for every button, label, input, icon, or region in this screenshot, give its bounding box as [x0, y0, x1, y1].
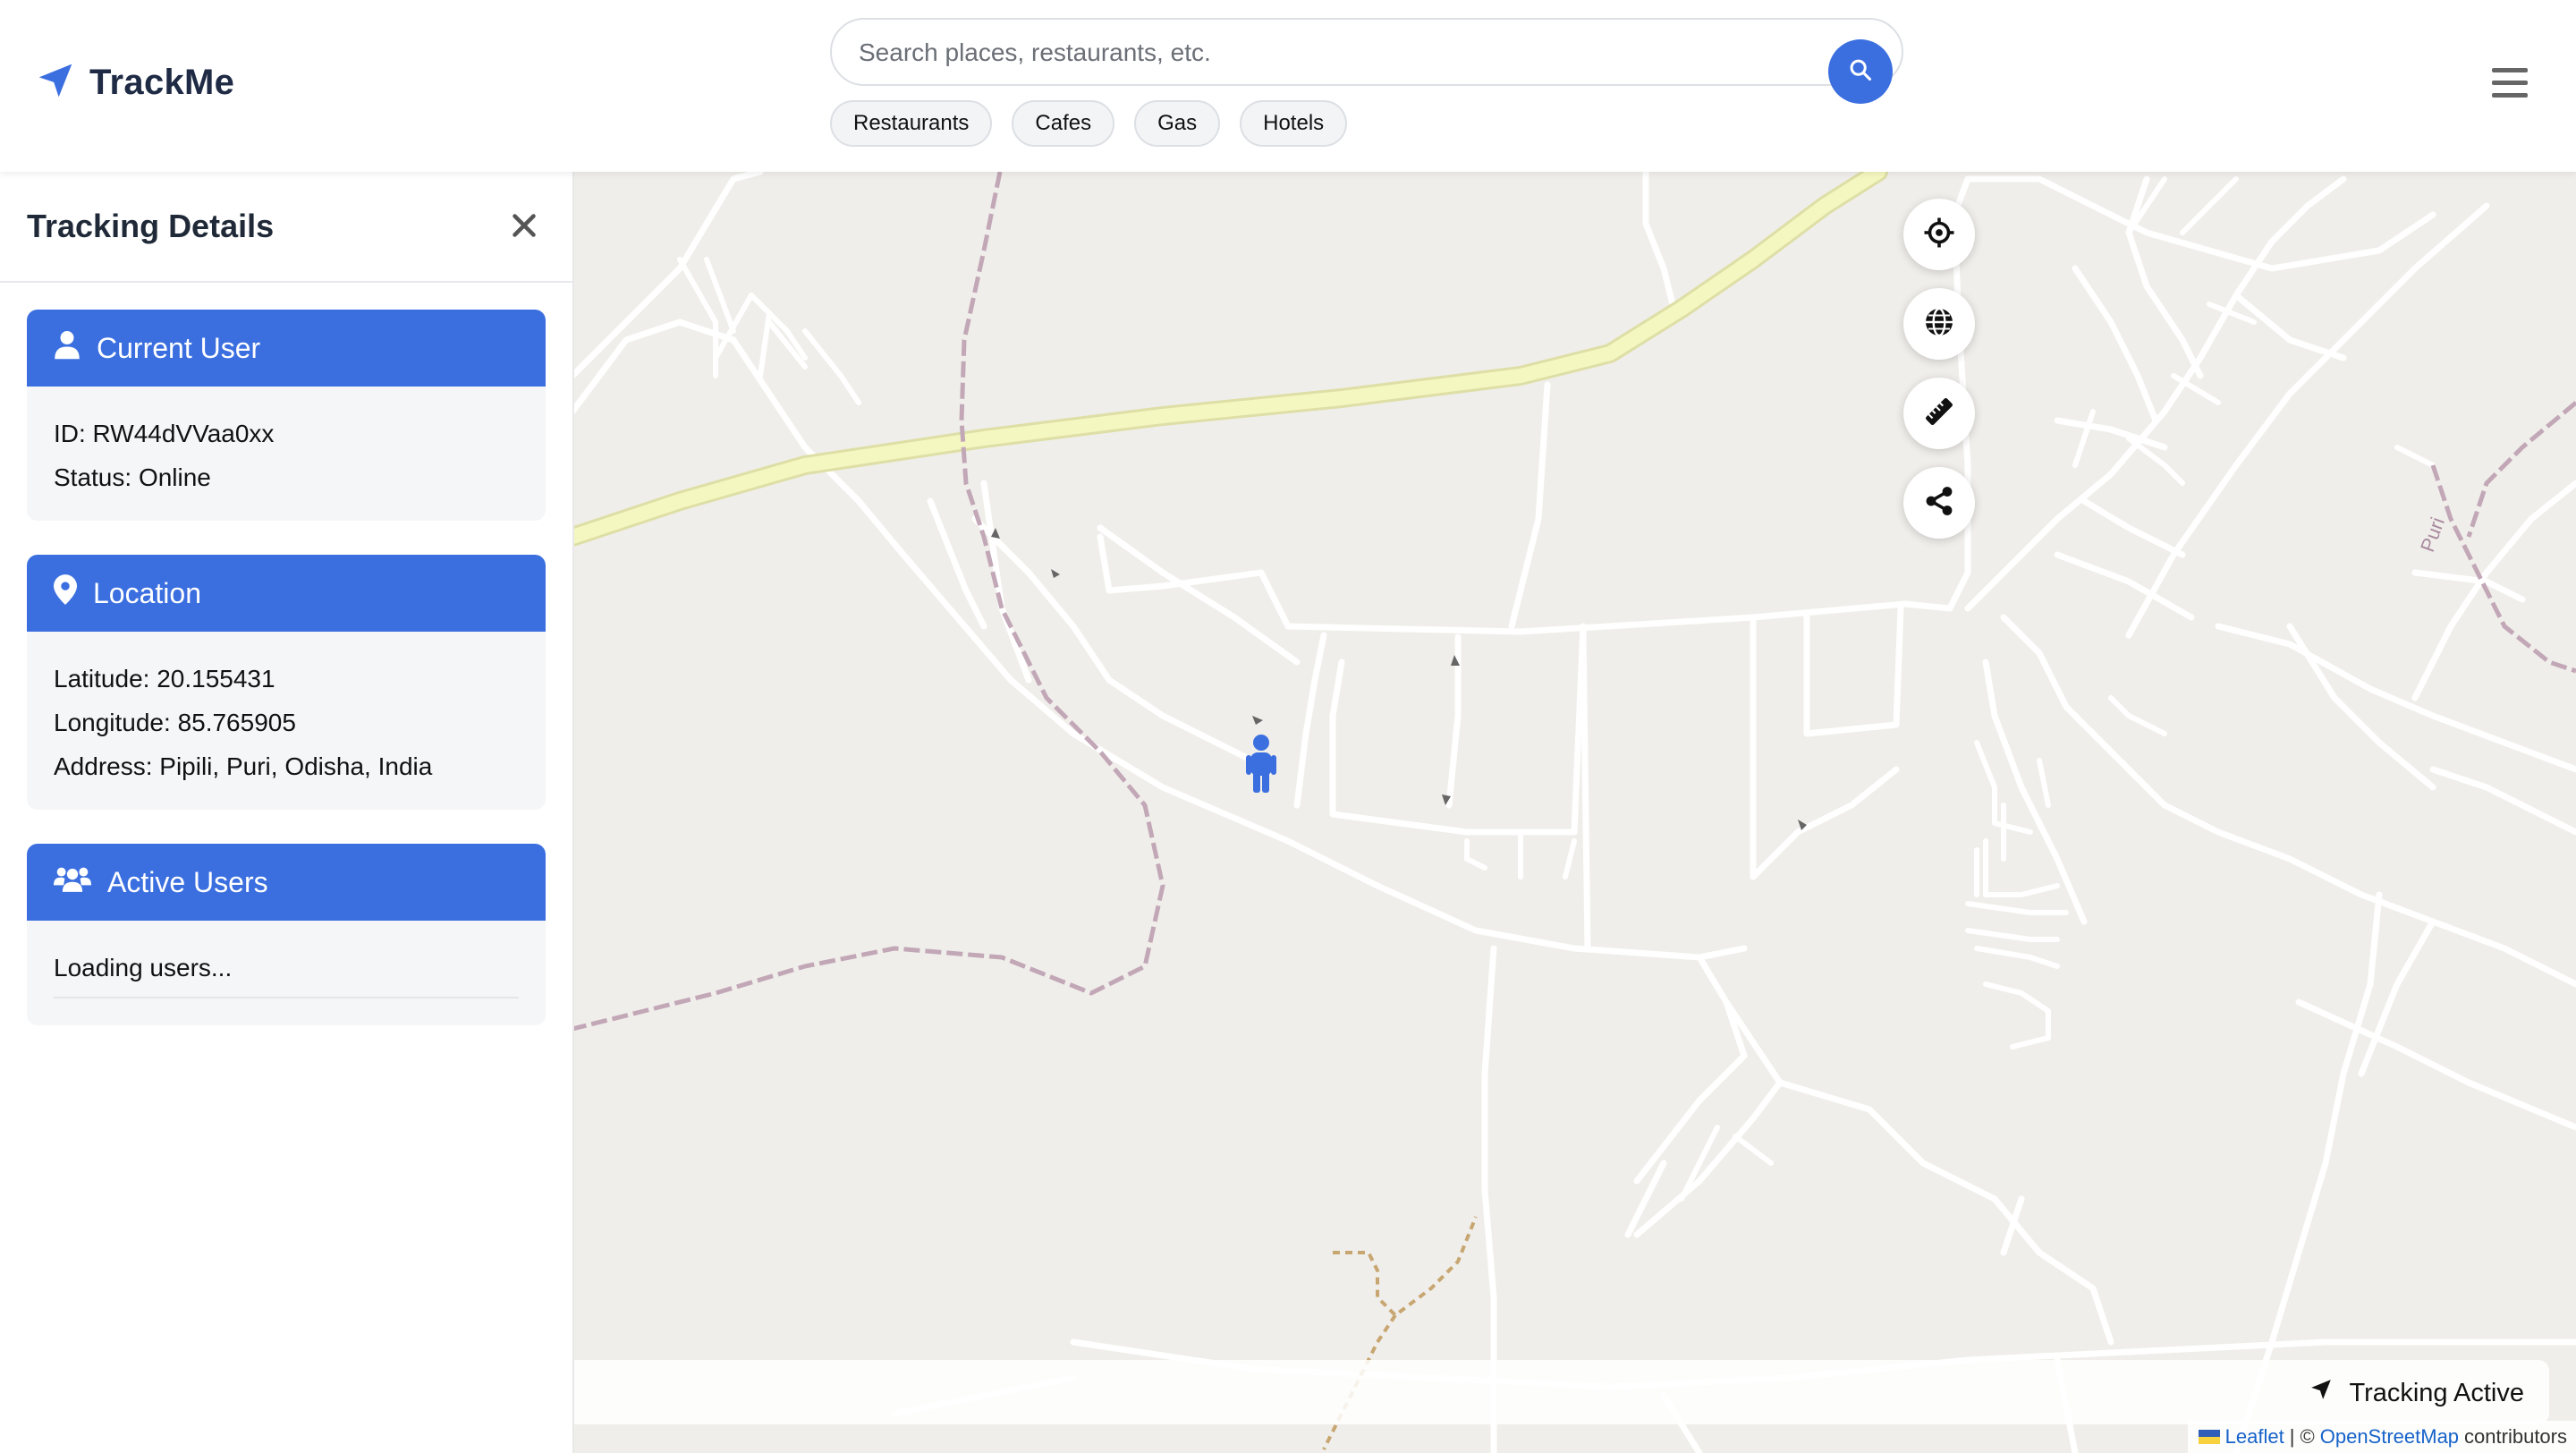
- ruler-icon: [1923, 395, 1955, 432]
- menu-icon-bar: [2492, 68, 2528, 72]
- layers-button[interactable]: [1903, 288, 1975, 360]
- users-loading-text: Loading users...: [54, 946, 519, 998]
- location-heading: Location: [93, 576, 201, 609]
- user-id: ID: RW44dVVaa0xx: [54, 420, 275, 447]
- active-users-card: Active Users Loading users...: [27, 844, 546, 1025]
- chip-restaurants[interactable]: Restaurants: [830, 100, 993, 147]
- user-status: Status: Online: [54, 463, 211, 491]
- user-icon: [54, 329, 97, 367]
- address-value: Address: Pipili, Puri, Odisha, India: [54, 752, 433, 780]
- map-view[interactable]: Puri: [572, 172, 2576, 1453]
- globe-icon: [1923, 306, 1955, 343]
- search-button[interactable]: [1828, 39, 1893, 104]
- openstreetmap-link[interactable]: OpenStreetMap: [2320, 1425, 2459, 1449]
- category-chips: Restaurants Cafes Gas Hotels: [830, 100, 1348, 147]
- sidebar-title: Tracking Details: [27, 208, 275, 244]
- brand[interactable]: TrackMe: [36, 61, 234, 105]
- active-users-card-body: Loading users...: [27, 921, 546, 1025]
- chip-cafes[interactable]: Cafes: [1012, 100, 1115, 147]
- navigation-arrow-icon: [2309, 1378, 2349, 1408]
- map-pin-icon: [54, 574, 93, 612]
- sidebar-header: Tracking Details: [0, 172, 572, 283]
- active-users-card-header: Active Users: [27, 844, 546, 921]
- search-icon: [1848, 57, 1873, 87]
- search-box: [830, 18, 1903, 104]
- map-attribution: Leaflet | © OpenStreetMap contributors: [2187, 1421, 2576, 1453]
- close-sidebar-button[interactable]: [508, 209, 540, 242]
- location-card: Location Latitude: 20.155431 Longitude: …: [27, 555, 546, 810]
- location-card-header: Location: [27, 555, 546, 632]
- menu-icon-bar: [2492, 93, 2528, 98]
- close-icon: [508, 214, 540, 245]
- person-location-marker[interactable]: [1246, 735, 1276, 793]
- attribution-suffix: contributors: [2464, 1425, 2567, 1448]
- current-user-card: Current User ID: RW44dVVaa0xx Status: On…: [27, 310, 546, 521]
- latitude-value: Latitude: 20.155431: [54, 665, 275, 693]
- attribution-separator: | ©: [2289, 1425, 2315, 1448]
- current-user-card-body: ID: RW44dVVaa0xx Status: Online: [27, 387, 546, 521]
- measure-button[interactable]: [1903, 378, 1975, 449]
- share-icon: [1923, 485, 1955, 522]
- chip-gas[interactable]: Gas: [1134, 100, 1221, 147]
- tracking-sidebar: Tracking Details Current User ID: RW44dV…: [0, 172, 574, 1453]
- current-user-card-header: Current User: [27, 310, 546, 387]
- longitude-value: Longitude: 85.765905: [54, 709, 296, 736]
- locate-button[interactable]: [1903, 199, 1975, 270]
- menu-icon-bar: [2492, 81, 2528, 85]
- locate-icon: [1923, 217, 1955, 253]
- road-label: Puri: [2416, 514, 2449, 555]
- users-group-icon: [54, 865, 107, 899]
- current-user-heading: Current User: [97, 331, 261, 364]
- leaflet-link[interactable]: Leaflet: [2225, 1425, 2284, 1449]
- brand-name: TrackMe: [89, 63, 235, 102]
- tracking-status: Tracking Active: [2309, 1378, 2524, 1408]
- search-input[interactable]: [857, 29, 1755, 77]
- tracking-status-bar: Tracking Active: [572, 1360, 2549, 1424]
- location-card-body: Latitude: 20.155431 Longitude: 85.765905…: [27, 632, 546, 810]
- active-users-heading: Active Users: [107, 865, 268, 898]
- share-button[interactable]: [1903, 467, 1975, 539]
- ukraine-flag-icon: [2198, 1430, 2220, 1444]
- chip-hotels[interactable]: Hotels: [1240, 100, 1348, 147]
- map-tiles: Puri: [572, 172, 2576, 1453]
- tracking-status-text: Tracking Active: [2349, 1378, 2524, 1407]
- app-header: TrackMe Restaurants Cafes Gas Hotels: [0, 0, 2576, 172]
- menu-button[interactable]: [2492, 68, 2528, 98]
- navigation-arrow-icon: [36, 61, 75, 105]
